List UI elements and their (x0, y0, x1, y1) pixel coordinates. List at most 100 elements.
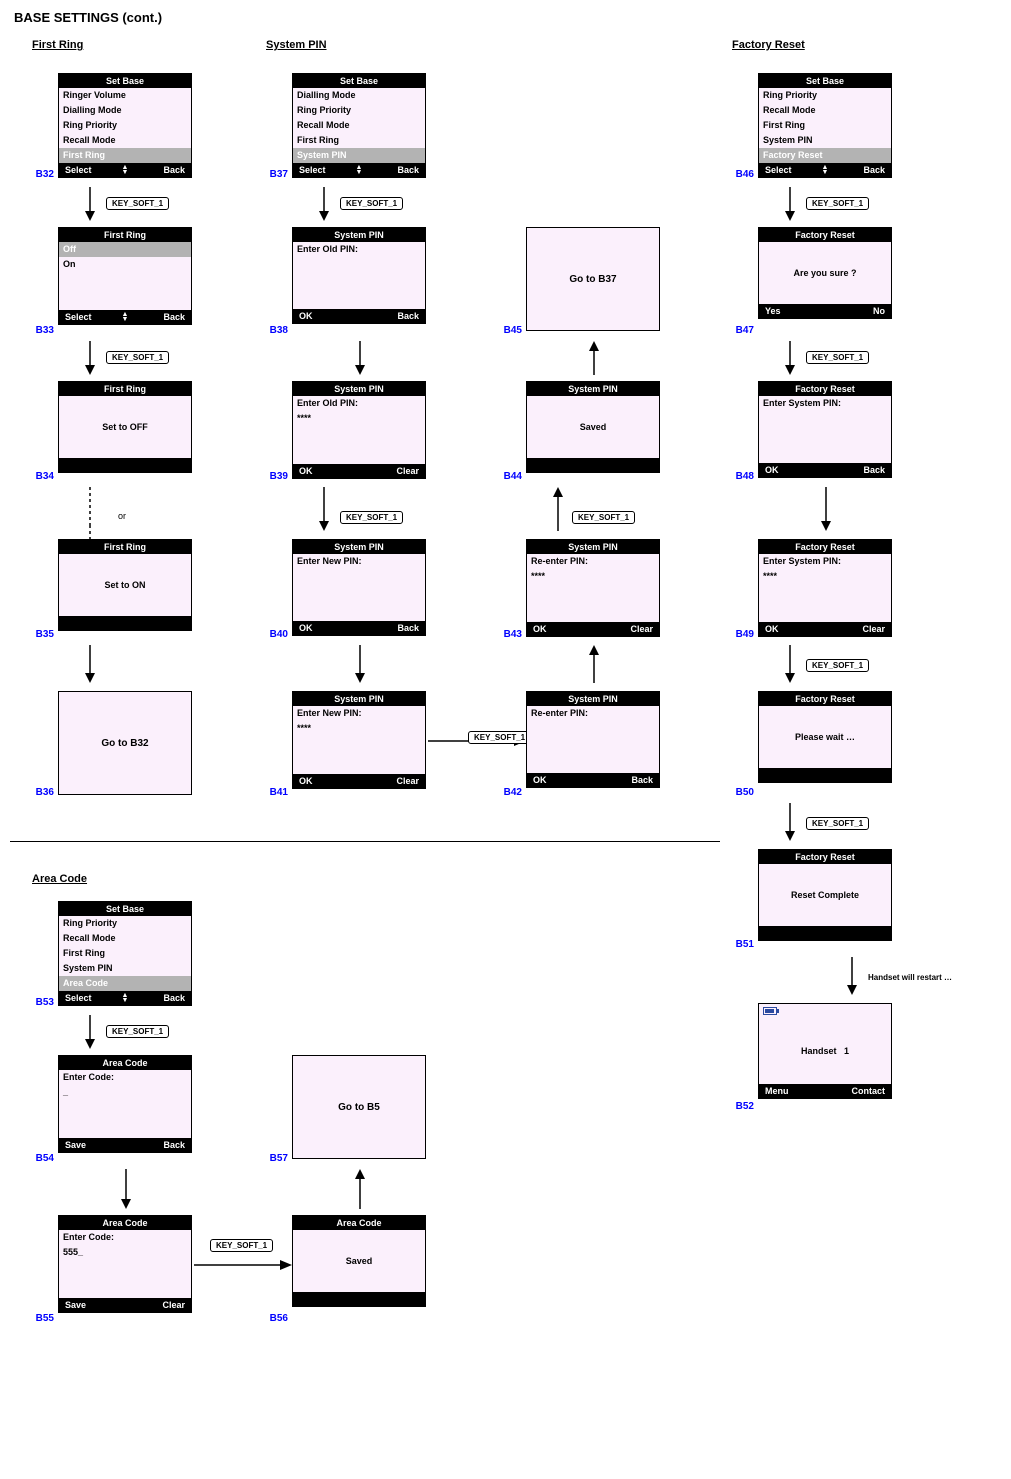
screen-b55: Area Code Enter Code: 555_ SaveClear (58, 1215, 192, 1313)
key-tag: KEY_SOFT_1 (106, 197, 169, 210)
input-value: **** (293, 411, 425, 426)
screen-b33: First Ring Off On Select ▲▼ Back (58, 227, 192, 325)
handset-number: 1 (844, 1046, 849, 1056)
menu-item-selected: Factory Reset (759, 148, 891, 163)
softkey-left[interactable]: Save (65, 1140, 99, 1150)
screen-title: System PIN (293, 540, 425, 554)
screen-title: Set Base (293, 74, 425, 88)
goto-b45: Go to B37 (526, 227, 660, 331)
key-tag: KEY_SOFT_1 (806, 659, 869, 672)
key-tag: KEY_SOFT_1 (468, 731, 531, 744)
softkey-left[interactable]: Select (299, 165, 333, 175)
softkey-right[interactable]: Clear (851, 624, 885, 634)
screen-b35: First Ring Set to ON (58, 539, 192, 631)
softkey-left[interactable]: OK (533, 624, 567, 634)
key-tag: KEY_SOFT_1 (806, 351, 869, 364)
code-b35: B35 (28, 629, 54, 640)
code-b49: B49 (728, 629, 754, 640)
prompt-text: Enter New PIN: (293, 554, 425, 569)
menu-item: Recall Mode (59, 133, 191, 148)
softkey-left[interactable]: Menu (765, 1086, 799, 1096)
softkey-right[interactable]: Clear (385, 776, 419, 786)
menu-item: First Ring (293, 133, 425, 148)
screen-title: Factory Reset (759, 228, 891, 242)
section-system-pin: System PIN (266, 39, 327, 51)
softkey-right[interactable]: Back (385, 165, 419, 175)
screen-title: Area Code (293, 1216, 425, 1230)
key-tag: KEY_SOFT_1 (806, 817, 869, 830)
screen-b40: System PIN Enter New PIN: OK Back (292, 539, 426, 636)
softkey-right[interactable]: Back (385, 623, 419, 633)
softkey-right[interactable]: Clear (151, 1300, 185, 1310)
input-value: 555_ (59, 1245, 191, 1260)
nav-updown-icon: ▲▼ (122, 993, 129, 1003)
code-b52: B52 (728, 1101, 754, 1112)
status-text: Saved (346, 1256, 373, 1266)
softkey-left[interactable]: OK (299, 311, 333, 321)
softkey-left[interactable]: OK (533, 775, 567, 785)
softkey-right[interactable]: Back (151, 993, 185, 1003)
softkey-right[interactable]: Back (385, 311, 419, 321)
screen-title: First Ring (59, 382, 191, 396)
code-b48: B48 (728, 471, 754, 482)
goto-b57: Go to B5 (292, 1055, 426, 1159)
menu-item: Ringer Volume (59, 88, 191, 103)
softkey-left[interactable]: Select (65, 165, 99, 175)
prompt-text: Re-enter PIN: (527, 554, 659, 569)
softkey-right[interactable]: Back (851, 165, 885, 175)
softkey-right[interactable]: Back (151, 1140, 185, 1150)
softkey-left[interactable]: Yes (765, 306, 799, 316)
softkey-right[interactable]: Back (851, 465, 885, 475)
screen-title: Factory Reset (759, 692, 891, 706)
softkey-left[interactable]: Save (65, 1300, 99, 1310)
softkey-left[interactable]: Select (65, 312, 99, 322)
screen-title: First Ring (59, 540, 191, 554)
status-text: Set to OFF (102, 422, 148, 432)
softkey-right[interactable]: Back (619, 775, 653, 785)
softkey-left[interactable]: OK (299, 623, 333, 633)
code-b51: B51 (728, 939, 754, 950)
screen-b51: Factory Reset Reset Complete (758, 849, 892, 941)
code-b44: B44 (496, 471, 522, 482)
screen-title: System PIN (293, 228, 425, 242)
softkey-right[interactable]: Clear (619, 624, 653, 634)
softkey-left[interactable]: Select (65, 993, 99, 1003)
screen-title: System PIN (527, 692, 659, 706)
softkey-left[interactable]: OK (299, 776, 333, 786)
softkey-left[interactable]: OK (765, 624, 799, 634)
menu-item: First Ring (59, 946, 191, 961)
status-text: Set to ON (104, 580, 145, 590)
screen-b52: Handset 1 MenuContact (758, 1003, 892, 1099)
menu-item: Recall Mode (293, 118, 425, 133)
screen-title: Factory Reset (759, 382, 891, 396)
menu-item: Ring Priority (59, 916, 191, 931)
battery-icon (763, 1007, 777, 1015)
screen-title: Area Code (59, 1056, 191, 1070)
softkey-right[interactable]: Clear (385, 466, 419, 476)
input-value: _ (59, 1085, 191, 1100)
screen-title: Area Code (59, 1216, 191, 1230)
softkey-right[interactable]: Contact (851, 1086, 885, 1096)
softkey-right[interactable]: Back (151, 312, 185, 322)
code-b53: B53 (28, 997, 54, 1008)
page-title: BASE SETTINGS (cont.) (14, 10, 1001, 25)
screen-b34: First Ring Set to OFF (58, 381, 192, 473)
code-b34: B34 (28, 471, 54, 482)
menu-item: Recall Mode (59, 931, 191, 946)
softkey-left[interactable]: OK (765, 465, 799, 475)
diagram-canvas: First Ring System PIN Factory Reset Area… (10, 39, 1000, 1439)
softkey-right[interactable]: Back (151, 165, 185, 175)
code-b42: B42 (496, 787, 522, 798)
code-b57: B57 (262, 1153, 288, 1164)
softkey-left[interactable]: Select (765, 165, 799, 175)
screen-b50: Factory Reset Please wait … (758, 691, 892, 783)
screen-b32: Set Base Ringer Volume Dialling Mode Rin… (58, 73, 192, 178)
screen-title: Set Base (759, 74, 891, 88)
screen-b44: System PIN Saved (526, 381, 660, 473)
nav-updown-icon: ▲▼ (356, 165, 363, 175)
softkey-left[interactable]: OK (299, 466, 333, 476)
softkey-right[interactable]: No (851, 306, 885, 316)
screen-b49: Factory Reset Enter System PIN: **** OKC… (758, 539, 892, 637)
prompt-text: Re-enter PIN: (527, 706, 659, 721)
screen-title: System PIN (527, 382, 659, 396)
